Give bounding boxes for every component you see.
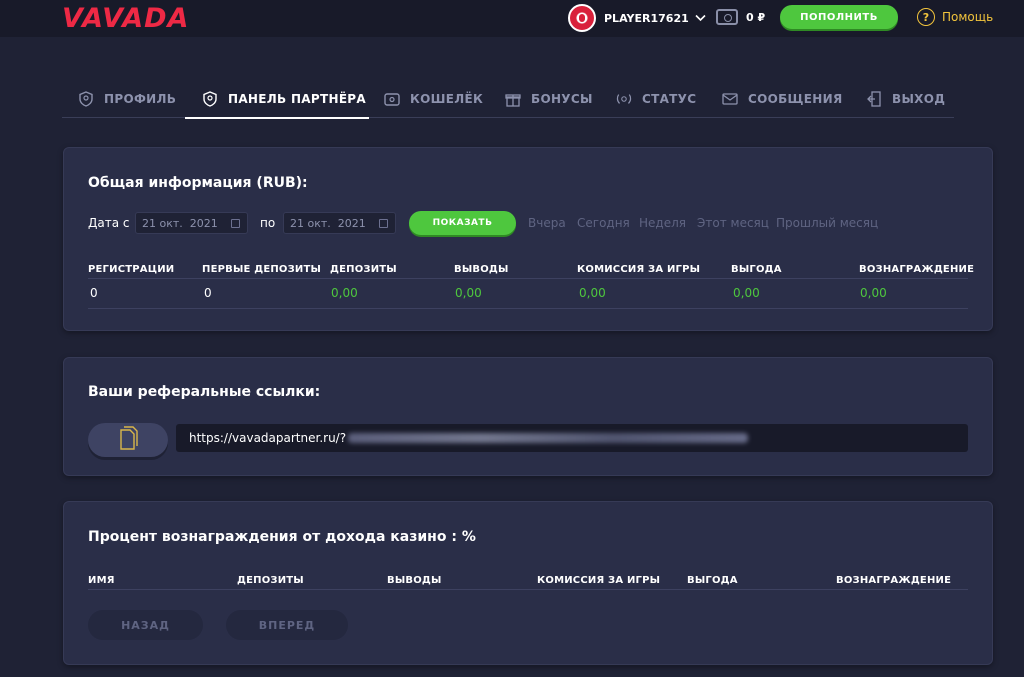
- col-withdrawals: ВЫВОДЫ: [454, 264, 509, 275]
- value-profit: 0,00: [733, 286, 760, 300]
- question-icon: ?: [917, 8, 935, 26]
- next-page-button[interactable]: ВПЕРЕД: [226, 610, 348, 640]
- quick-range-today[interactable]: Сегодня: [577, 216, 630, 230]
- table-row-divider: [88, 308, 968, 309]
- col-registrations: РЕГИСТРАЦИИ: [88, 264, 175, 275]
- referral-title: Ваши реферальные ссылки:: [88, 384, 321, 400]
- username: PLAYER17621: [604, 11, 689, 25]
- exit-icon: [866, 91, 882, 107]
- gift-icon: [505, 91, 521, 107]
- date-to-input[interactable]: 21 окт. 2021: [283, 212, 396, 234]
- col-reward: ВОЗНАГРАЖДЕНИЕ: [859, 264, 975, 275]
- balance-amount: 0 ₽: [746, 10, 766, 24]
- quick-range-yesterday[interactable]: Вчера: [528, 216, 566, 230]
- topup-button[interactable]: ПОПОЛНИТЬ: [780, 5, 898, 29]
- quick-range-this-month[interactable]: Этот месяц: [697, 216, 769, 230]
- prev-page-button[interactable]: НАЗАД: [88, 610, 203, 640]
- col-profit: ВЫГОДА: [687, 575, 738, 586]
- shield-icon: [202, 91, 218, 107]
- account-tabs: ПРОФИЛЬ ПАНЕЛЬ ПАРТНЁРА КОШЕЛЁК БОНУСЫ С…: [62, 80, 954, 118]
- wallet-icon: [384, 91, 400, 107]
- value-game-commission: 0,00: [579, 286, 606, 300]
- col-deposits: ДЕПОЗИТЫ: [237, 575, 304, 586]
- col-withdrawals: ВЫВОДЫ: [387, 575, 442, 586]
- blurred-link-tail: [348, 433, 749, 443]
- date-from-label: Дата с: [88, 216, 130, 230]
- col-game-commission: КОМИССИЯ ЗА ИГРЫ: [537, 575, 661, 586]
- col-game-commission: КОМИССИЯ ЗА ИГРЫ: [577, 264, 701, 275]
- col-deposits: ДЕПОЗИТЫ: [330, 264, 397, 275]
- tab-label: СООБЩЕНИЯ: [748, 92, 843, 106]
- tab-wallet[interactable]: КОШЕЛЁК: [384, 80, 483, 118]
- balance[interactable]: 0 ₽: [716, 9, 765, 25]
- copy-icon: [117, 425, 139, 455]
- show-button[interactable]: ПОКАЗАТЬ: [409, 211, 516, 235]
- tab-label: ПАНЕЛЬ ПАРТНЁРА: [228, 92, 366, 106]
- tab-logout[interactable]: ВЫХОД: [866, 80, 945, 118]
- laurel-icon: [616, 91, 632, 107]
- active-tab-indicator: [185, 117, 369, 119]
- tab-status[interactable]: СТАТУС: [616, 80, 696, 118]
- help-label: Помощь: [942, 10, 994, 24]
- value-registrations: 0: [90, 286, 98, 300]
- chevron-down-icon: [695, 11, 706, 25]
- help-link[interactable]: ? Помощь: [917, 8, 993, 26]
- commission-title: Процент вознаграждения от дохода казино …: [88, 529, 476, 545]
- commission-card: Процент вознаграждения от дохода казино …: [63, 501, 993, 665]
- referral-link-text: https://vavadapartner.ru/?: [189, 431, 347, 445]
- tab-messages[interactable]: СООБЩЕНИЯ: [722, 80, 843, 118]
- value-withdrawals: 0,00: [455, 286, 482, 300]
- tab-label: СТАТУС: [642, 92, 697, 106]
- tab-label: ПРОФИЛЬ: [104, 92, 177, 106]
- col-profit: ВЫГОДА: [731, 264, 782, 275]
- envelope-icon: [722, 91, 738, 107]
- col-reward: ВОЗНАГРАЖДЕНИЕ: [836, 575, 952, 586]
- vavada-logo[interactable]: VAVADA: [62, 3, 189, 34]
- top-bar: VAVADA PLAYER17621 0 ₽ ПОПОЛНИТЬ ? Помощ…: [0, 0, 1024, 37]
- calendar-icon: [379, 219, 388, 228]
- value-deposits: 0,00: [331, 286, 358, 300]
- date-from-value: 21 окт. 2021: [142, 216, 218, 230]
- table-header-divider: [88, 589, 968, 590]
- tab-label: КОШЕЛЁК: [410, 92, 484, 106]
- tab-label: ВЫХОД: [892, 92, 946, 106]
- wallet-icon: [716, 9, 738, 25]
- date-to-label: по: [260, 216, 276, 230]
- col-name: ИМЯ: [88, 575, 115, 586]
- referral-card: Ваши реферальные ссылки: https://vavadap…: [63, 357, 993, 476]
- value-first-deposits: 0: [204, 286, 212, 300]
- table-header-divider: [88, 278, 968, 279]
- tab-partner-panel[interactable]: ПАНЕЛЬ ПАРТНЁРА: [202, 80, 366, 118]
- general-info-title: Общая информация (RUB):: [88, 175, 308, 191]
- value-reward: 0,00: [860, 286, 887, 300]
- date-to-value: 21 окт. 2021: [290, 216, 366, 230]
- tab-profile[interactable]: ПРОФИЛЬ: [78, 80, 176, 118]
- copy-link-button[interactable]: [88, 423, 168, 457]
- quick-range-last-month[interactable]: Прошлый месяц: [776, 216, 878, 230]
- tab-label: БОНУСЫ: [531, 92, 593, 106]
- quick-range-week[interactable]: Неделя: [639, 216, 686, 230]
- tab-bonuses[interactable]: БОНУСЫ: [505, 80, 593, 118]
- date-from-input[interactable]: 21 окт. 2021: [135, 212, 248, 234]
- user-menu[interactable]: PLAYER17621: [568, 4, 706, 32]
- general-info-card: Общая информация (RUB): Дата с 21 окт. 2…: [63, 147, 993, 331]
- referral-link-field[interactable]: https://vavadapartner.ru/?: [176, 424, 968, 452]
- calendar-icon: [231, 219, 240, 228]
- shield-icon: [78, 91, 94, 107]
- col-first-deposits: ПЕРВЫЕ ДЕПОЗИТЫ: [202, 264, 322, 275]
- avatar: [568, 4, 596, 32]
